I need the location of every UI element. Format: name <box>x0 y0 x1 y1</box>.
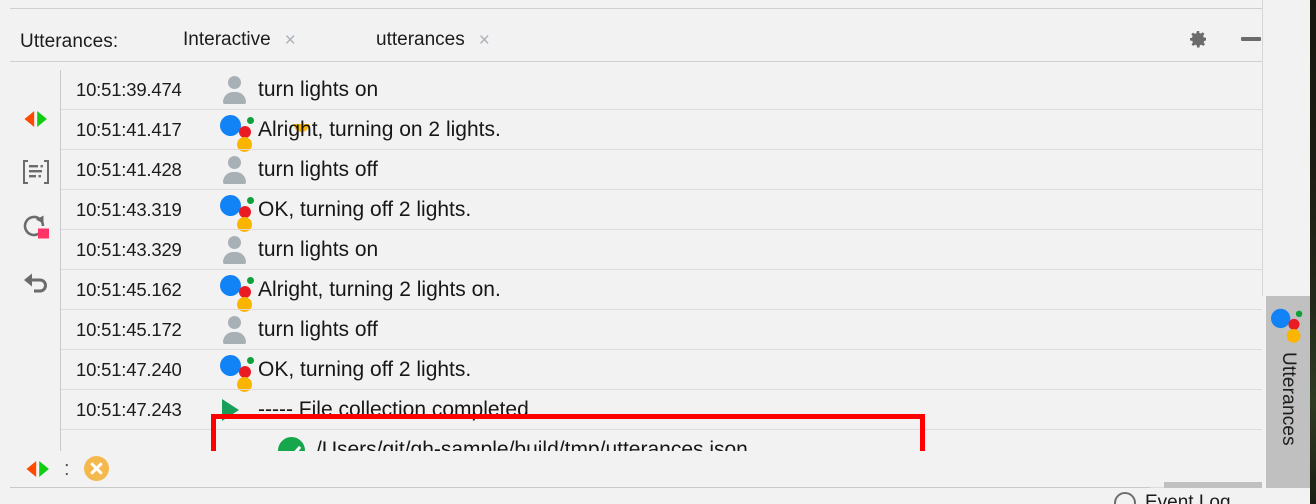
check-icon <box>278 436 305 451</box>
tool-window-header: Utterances: Interactive × utterances × <box>10 9 1262 62</box>
log-row-text: Alright, turning 2 lights on. <box>258 278 501 301</box>
app-root: Utterances: Interactive × utterances × 1… <box>0 0 1316 504</box>
gutter-divider <box>60 70 61 451</box>
person-icon <box>220 155 250 185</box>
log-row-text: Alright, turning on 2 lights. <box>258 118 501 141</box>
log-row-timestamp: 10:51:45.162 <box>76 279 182 300</box>
rerun-stop-button[interactable] <box>19 210 53 244</box>
log-row-icon <box>220 272 256 312</box>
log-row-timestamp: 10:51:39.474 <box>76 79 182 100</box>
log-row[interactable]: 10:51:43.329 turn lights on <box>60 230 1262 270</box>
event-log-label: Event Log <box>1145 492 1231 504</box>
log-row[interactable]: 10:51:41.428 turn lights off <box>60 150 1262 190</box>
log-row-icon <box>220 112 256 152</box>
log-row[interactable]: 10:51:43.319 OK, turning off 2 lights. <box>60 190 1262 232</box>
log-row-timestamp: 10:51:43.319 <box>76 199 182 220</box>
log-row-icon <box>220 232 256 268</box>
prev-next-occurrence-button[interactable] <box>19 102 53 136</box>
left-right-arrows-icon <box>26 461 49 477</box>
settings-button[interactable] <box>1182 23 1214 55</box>
log-row-divider <box>60 149 1262 150</box>
log-row-divider <box>60 309 1262 310</box>
utterances-tool-window: Utterances: Interactive × utterances × 1… <box>0 0 1310 504</box>
person-icon <box>220 315 250 345</box>
log-row-divider <box>60 229 1262 230</box>
log-row-timestamp: 10:51:45.172 <box>76 319 182 340</box>
log-row[interactable]: 10:51:39.474 turn lights on <box>60 70 1262 110</box>
statusbar: : <box>10 451 1262 488</box>
person-icon <box>220 235 250 265</box>
log-row-text: turn lights off <box>258 318 378 341</box>
tool-tab-utterances-label: Utterances <box>1278 352 1299 446</box>
desktop-background-edge <box>1310 0 1316 504</box>
log-row-icon <box>220 192 256 232</box>
log-row-text: OK, turning off 2 lights. <box>258 358 472 381</box>
log-row[interactable]: 10:51:41.417 Alright, turning on 2 lights… <box>60 110 1262 152</box>
assistant-icon <box>220 112 256 152</box>
log-row-text: /Users/git/gh-sample/build/tmp/utterance… <box>316 438 748 451</box>
log-row-timestamp: 10:51:47.240 <box>76 359 182 380</box>
tab-interactive-label: Interactive <box>183 29 271 50</box>
right-strip-divider <box>1262 0 1263 296</box>
log-row-divider <box>60 109 1262 110</box>
tool-tab-utterances[interactable]: Utterances <box>1266 296 1310 504</box>
console-output[interactable]: 10:51:39.474 turn lights on 10:51:41.417 Al… <box>60 62 1262 451</box>
log-row-timestamp: 10:51:47.243 <box>76 399 182 420</box>
left-right-arrows-icon <box>24 111 47 127</box>
log-row[interactable]: 10:51:47.243 ----- File collection comple… <box>60 390 1262 430</box>
statusbar-prev-next-button[interactable] <box>23 458 53 480</box>
log-row-divider <box>60 189 1262 190</box>
assistant-icon <box>220 272 256 312</box>
close-icon[interactable]: × <box>479 31 490 50</box>
log-row[interactable]: 10:51:45.162 Alright, turning 2 lights on… <box>60 270 1262 312</box>
log-row-divider <box>60 349 1262 350</box>
console-toolbar <box>10 62 60 451</box>
undo-arrow-icon <box>24 273 47 293</box>
play-icon <box>222 399 239 421</box>
error-circle-icon <box>84 456 109 481</box>
close-icon[interactable]: × <box>285 31 296 50</box>
log-row-divider <box>60 389 1262 390</box>
rerun-stop-icon <box>23 215 49 239</box>
log-row-icon <box>220 312 256 348</box>
assistant-icon <box>1271 306 1304 343</box>
event-log-button[interactable]: Event Log <box>1114 492 1231 504</box>
log-row-text: OK, turning off 2 lights. <box>258 198 472 221</box>
log-row-icon <box>220 72 256 108</box>
log-row[interactable]: /Users/git/gh-sample/build/tmp/utterance… <box>60 430 1262 451</box>
log-row[interactable]: 10:51:45.172 turn lights off <box>60 310 1262 350</box>
circle-icon <box>1114 492 1136 504</box>
log-row-text: ----- File collection completed <box>258 398 529 421</box>
log-row-text: turn lights on <box>258 238 379 261</box>
statusbar-separator: : <box>64 458 70 480</box>
log-row-timestamp: 10:51:41.417 <box>76 119 182 140</box>
log-row-divider <box>60 429 1262 430</box>
assistant-icon <box>220 192 256 232</box>
soft-wrap-icon <box>23 160 49 184</box>
log-row-timestamp: 10:51:41.428 <box>76 159 182 180</box>
tab-interactive[interactable]: Interactive × <box>175 18 304 62</box>
log-row-icon <box>278 432 314 451</box>
statusbar-error-button[interactable] <box>84 456 109 481</box>
log-row-text: turn lights off <box>258 158 378 181</box>
log-row-icon <box>220 392 256 428</box>
tab-utterances[interactable]: utterances × <box>368 18 498 62</box>
log-row-timestamp: 10:51:43.329 <box>76 239 182 260</box>
soft-wrap-button[interactable] <box>19 155 53 189</box>
person-icon <box>220 75 250 105</box>
log-row-text: turn lights on <box>258 78 379 101</box>
log-row-divider <box>60 269 1262 270</box>
tab-utterances-label: utterances <box>376 29 465 50</box>
assistant-icon <box>220 352 256 392</box>
header-title: Utterances: <box>20 31 119 52</box>
undo-button[interactable] <box>19 265 53 299</box>
log-row-icon <box>220 352 256 392</box>
log-row-icon <box>220 152 256 188</box>
minimize-icon <box>1241 37 1261 41</box>
log-row[interactable]: 10:51:47.240 OK, turning off 2 lights. <box>60 350 1262 392</box>
gear-icon <box>1190 31 1207 48</box>
